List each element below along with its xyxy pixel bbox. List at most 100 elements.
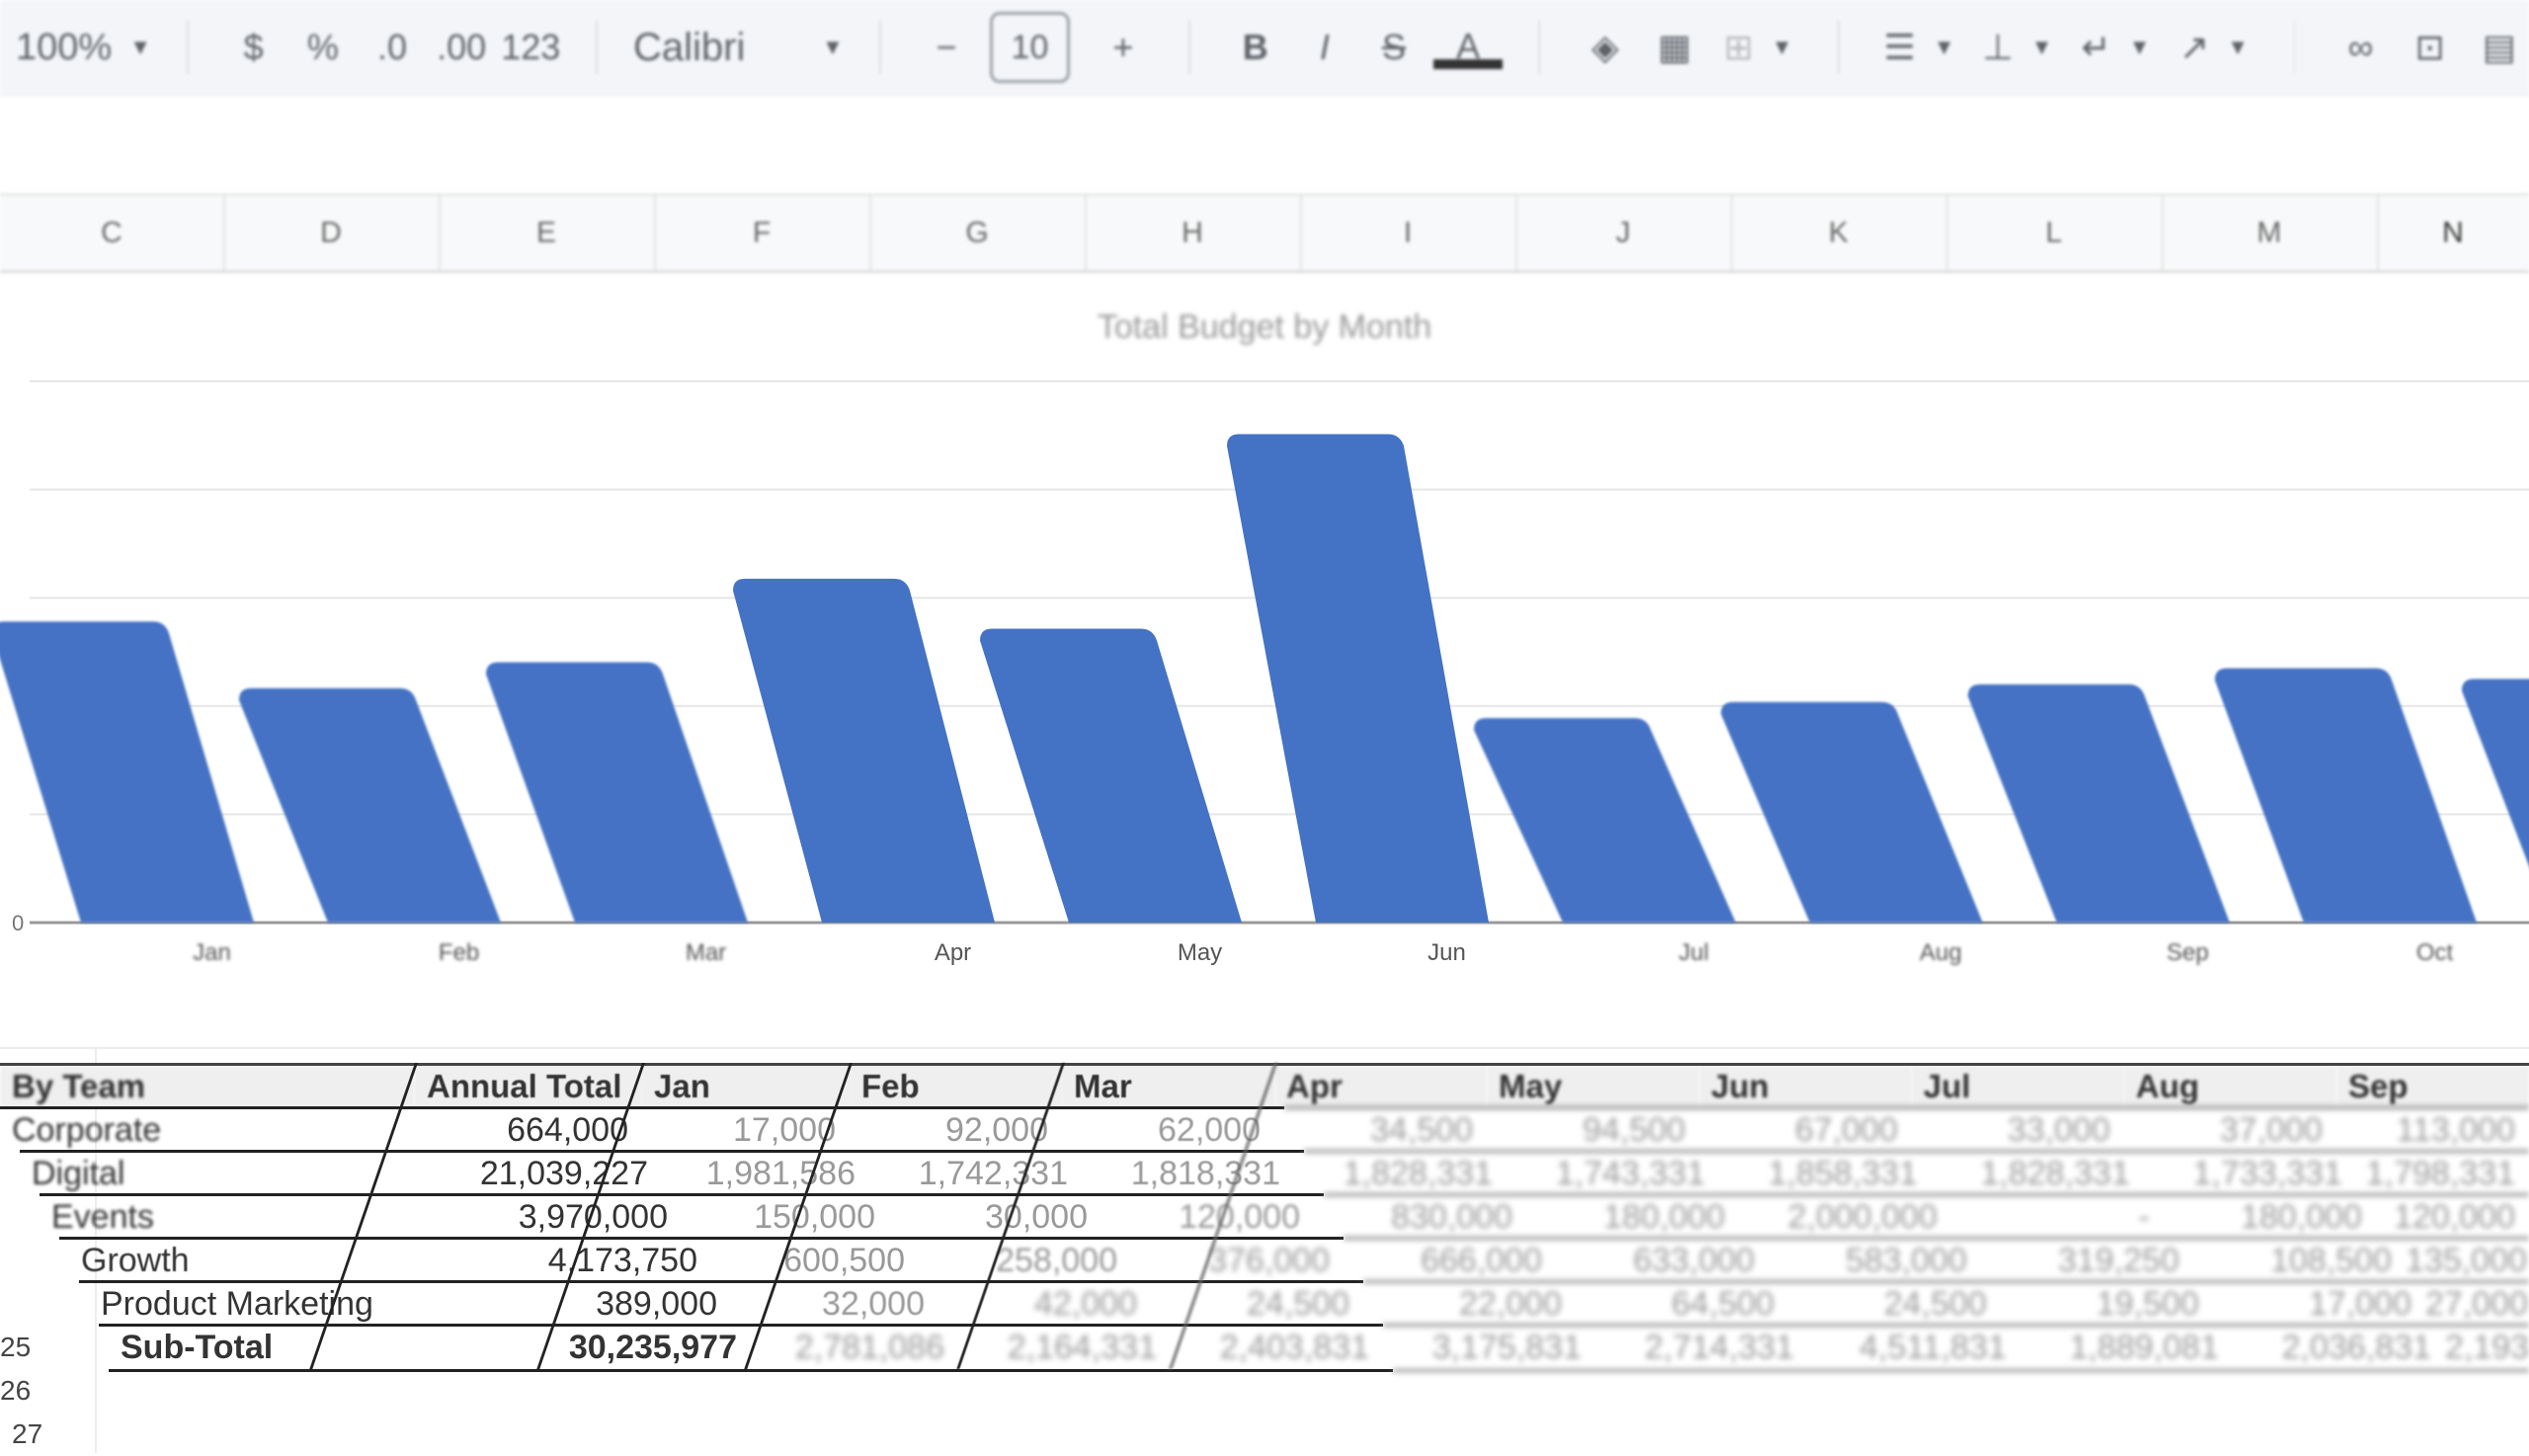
header-feb[interactable]: Feb xyxy=(850,1065,1062,1108)
header-jan[interactable]: Jan xyxy=(642,1065,850,1108)
decrease-decimal-button[interactable]: .0 xyxy=(363,18,422,77)
growth-sep[interactable]: 135,000 xyxy=(2406,1239,2529,1282)
text-rotation-button[interactable]: ↗ ▼ xyxy=(2169,18,2257,77)
product-marketing-jun[interactable]: 24,500 xyxy=(1788,1282,2000,1326)
increase-decimal-button[interactable]: .00 xyxy=(432,18,491,77)
zoom-select[interactable]: 100% ▼ xyxy=(10,18,151,77)
corporate-may[interactable]: 94,500 xyxy=(1487,1108,1699,1152)
growth-mar[interactable]: 376,000 xyxy=(1131,1239,1344,1282)
column-header-m[interactable]: M xyxy=(2162,196,2379,271)
events-mar[interactable]: 120,000 xyxy=(1101,1195,1314,1239)
product-marketing-aug[interactable]: 17,000 xyxy=(2213,1282,2425,1326)
events-apr[interactable]: 830,000 xyxy=(1314,1195,1526,1239)
chart-bar-apr[interactable] xyxy=(733,578,995,923)
corporate-annual[interactable]: 664,000 xyxy=(415,1108,642,1152)
events-sep[interactable]: 120,000 xyxy=(2376,1195,2529,1239)
product-marketing-mar[interactable]: 24,500 xyxy=(1151,1282,1363,1326)
digital-may[interactable]: 1,743,331 xyxy=(1507,1152,1719,1195)
font-size-input[interactable]: 10 xyxy=(990,12,1070,83)
column-header-d[interactable]: D xyxy=(223,196,441,271)
header-jun[interactable]: Jun xyxy=(1699,1065,1912,1108)
fill-color-button[interactable]: ◈ xyxy=(1576,18,1635,77)
column-header-g[interactable]: G xyxy=(869,196,1087,271)
sub-total-jan[interactable]: 2,781,086 xyxy=(751,1326,958,1369)
growth-jan[interactable]: 600,500 xyxy=(711,1239,919,1282)
column-header-f[interactable]: F xyxy=(654,196,871,271)
digital-jul[interactable]: 1,828,331 xyxy=(1931,1152,2144,1195)
sub-total-may[interactable]: 2,714,331 xyxy=(1595,1326,1808,1369)
insert-comment-button[interactable]: ⊡ xyxy=(2401,18,2460,77)
digital-aug[interactable]: 1,733,331 xyxy=(2144,1152,2356,1195)
insert-link-button[interactable]: ∞ xyxy=(2330,18,2390,77)
sub-total-aug[interactable]: 2,036,831 xyxy=(2233,1326,2445,1369)
column-header-n[interactable]: N xyxy=(2377,196,2529,271)
product-marketing-sep[interactable]: 27,000 xyxy=(2425,1282,2529,1326)
product-marketing-annual[interactable]: 389,000 xyxy=(504,1282,731,1326)
row-number-25[interactable]: 25 xyxy=(0,1326,59,1369)
events-may[interactable]: 180,000 xyxy=(1526,1195,1739,1239)
digital-jan[interactable]: 1,981,586 xyxy=(662,1152,869,1195)
chart-bar-may[interactable] xyxy=(980,628,1242,923)
increase-font-size-button[interactable]: + xyxy=(1094,18,1153,77)
events-annual[interactable]: 3,970,000 xyxy=(454,1195,682,1239)
budget-chart[interactable]: Total Budget by Month 0 Jan Feb Mar Apr May J… xyxy=(0,269,2529,1000)
header-sep[interactable]: Sep xyxy=(2336,1065,2529,1108)
header-aug[interactable]: Aug xyxy=(2124,1065,2336,1108)
header-jul[interactable]: Jul xyxy=(1912,1065,2124,1108)
growth-may[interactable]: 633,000 xyxy=(1556,1239,1768,1282)
column-header-l[interactable]: L xyxy=(1946,196,2163,271)
row-label-corporate[interactable]: Corporate xyxy=(0,1108,415,1152)
corporate-sep[interactable]: 113,000 xyxy=(2336,1108,2529,1152)
font-family-select[interactable]: Calibri xyxy=(633,18,794,77)
digital-mar[interactable]: 1,818,331 xyxy=(1082,1152,1294,1195)
column-header-k[interactable]: K xyxy=(1731,196,1948,271)
corporate-jun[interactable]: 67,000 xyxy=(1699,1108,1912,1152)
sub-total-jun[interactable]: 4,511,831 xyxy=(1808,1326,2020,1369)
header-annual-total[interactable]: Annual Total xyxy=(415,1065,642,1108)
product-marketing-may[interactable]: 64,500 xyxy=(1576,1282,1788,1326)
sub-total-annual[interactable]: 30,235,977 xyxy=(524,1326,751,1369)
digital-annual[interactable]: 21,039,227 xyxy=(435,1152,662,1195)
header-by-team[interactable]: By Team xyxy=(0,1065,415,1108)
corporate-jan[interactable]: 17,000 xyxy=(642,1108,850,1152)
insert-chart-button[interactable]: ▤ xyxy=(2470,18,2529,77)
chart-bar-feb[interactable] xyxy=(239,688,501,923)
column-header-j[interactable]: J xyxy=(1515,196,1733,271)
sub-total-mar[interactable]: 2,403,831 xyxy=(1171,1326,1383,1369)
growth-jul[interactable]: 319,250 xyxy=(1981,1239,2193,1282)
header-apr[interactable]: Apr xyxy=(1274,1065,1487,1108)
chart-bar-jul[interactable] xyxy=(1474,717,1736,923)
column-header-e[interactable]: E xyxy=(439,196,656,271)
vertical-align-button[interactable]: ⊥ ▼ xyxy=(1974,18,2062,77)
sub-total-apr[interactable]: 3,175,831 xyxy=(1383,1326,1595,1369)
chart-bar-sep[interactable] xyxy=(1968,684,2230,923)
product-marketing-feb[interactable]: 42,000 xyxy=(938,1282,1151,1326)
growth-feb[interactable]: 258,000 xyxy=(919,1239,1131,1282)
growth-apr[interactable]: 666,000 xyxy=(1344,1239,1556,1282)
sub-total-jul[interactable]: 1,889,081 xyxy=(2020,1326,2233,1369)
row-label-events[interactable]: Events xyxy=(40,1195,454,1239)
digital-sep[interactable]: 1,798,331 xyxy=(2356,1152,2529,1195)
header-may[interactable]: May xyxy=(1487,1065,1699,1108)
events-jun[interactable]: 2,000,000 xyxy=(1739,1195,1951,1239)
row-number-27[interactable]: 27 xyxy=(12,1413,71,1456)
digital-jun[interactable]: 1,858,331 xyxy=(1719,1152,1931,1195)
chart-bar-jun[interactable] xyxy=(1227,434,1489,923)
horizontal-align-button[interactable]: ☰ ▼ xyxy=(1875,18,1963,77)
growth-jun[interactable]: 583,000 xyxy=(1768,1239,1981,1282)
merge-cells-button[interactable]: ⊞ ▼ xyxy=(1714,18,1802,77)
column-header-h[interactable]: H xyxy=(1085,196,1302,271)
digital-feb[interactable]: 1,742,331 xyxy=(869,1152,1082,1195)
font-dropdown-button[interactable]: ▼ xyxy=(804,18,845,77)
borders-button[interactable]: ▦ xyxy=(1645,18,1704,77)
events-jul[interactable]: - xyxy=(1951,1195,2163,1239)
events-feb[interactable]: 30,000 xyxy=(889,1195,1101,1239)
product-marketing-apr[interactable]: 22,000 xyxy=(1363,1282,1576,1326)
text-color-button[interactable]: A xyxy=(1433,18,1504,77)
chart-bar-mar[interactable] xyxy=(486,662,748,923)
more-formats-button[interactable]: 123 xyxy=(501,18,560,77)
strikethrough-button[interactable]: S xyxy=(1364,18,1424,77)
corporate-jul[interactable]: 33,000 xyxy=(1912,1108,2124,1152)
column-header-c[interactable]: C xyxy=(0,196,225,271)
corporate-apr[interactable]: 34,500 xyxy=(1274,1108,1487,1152)
